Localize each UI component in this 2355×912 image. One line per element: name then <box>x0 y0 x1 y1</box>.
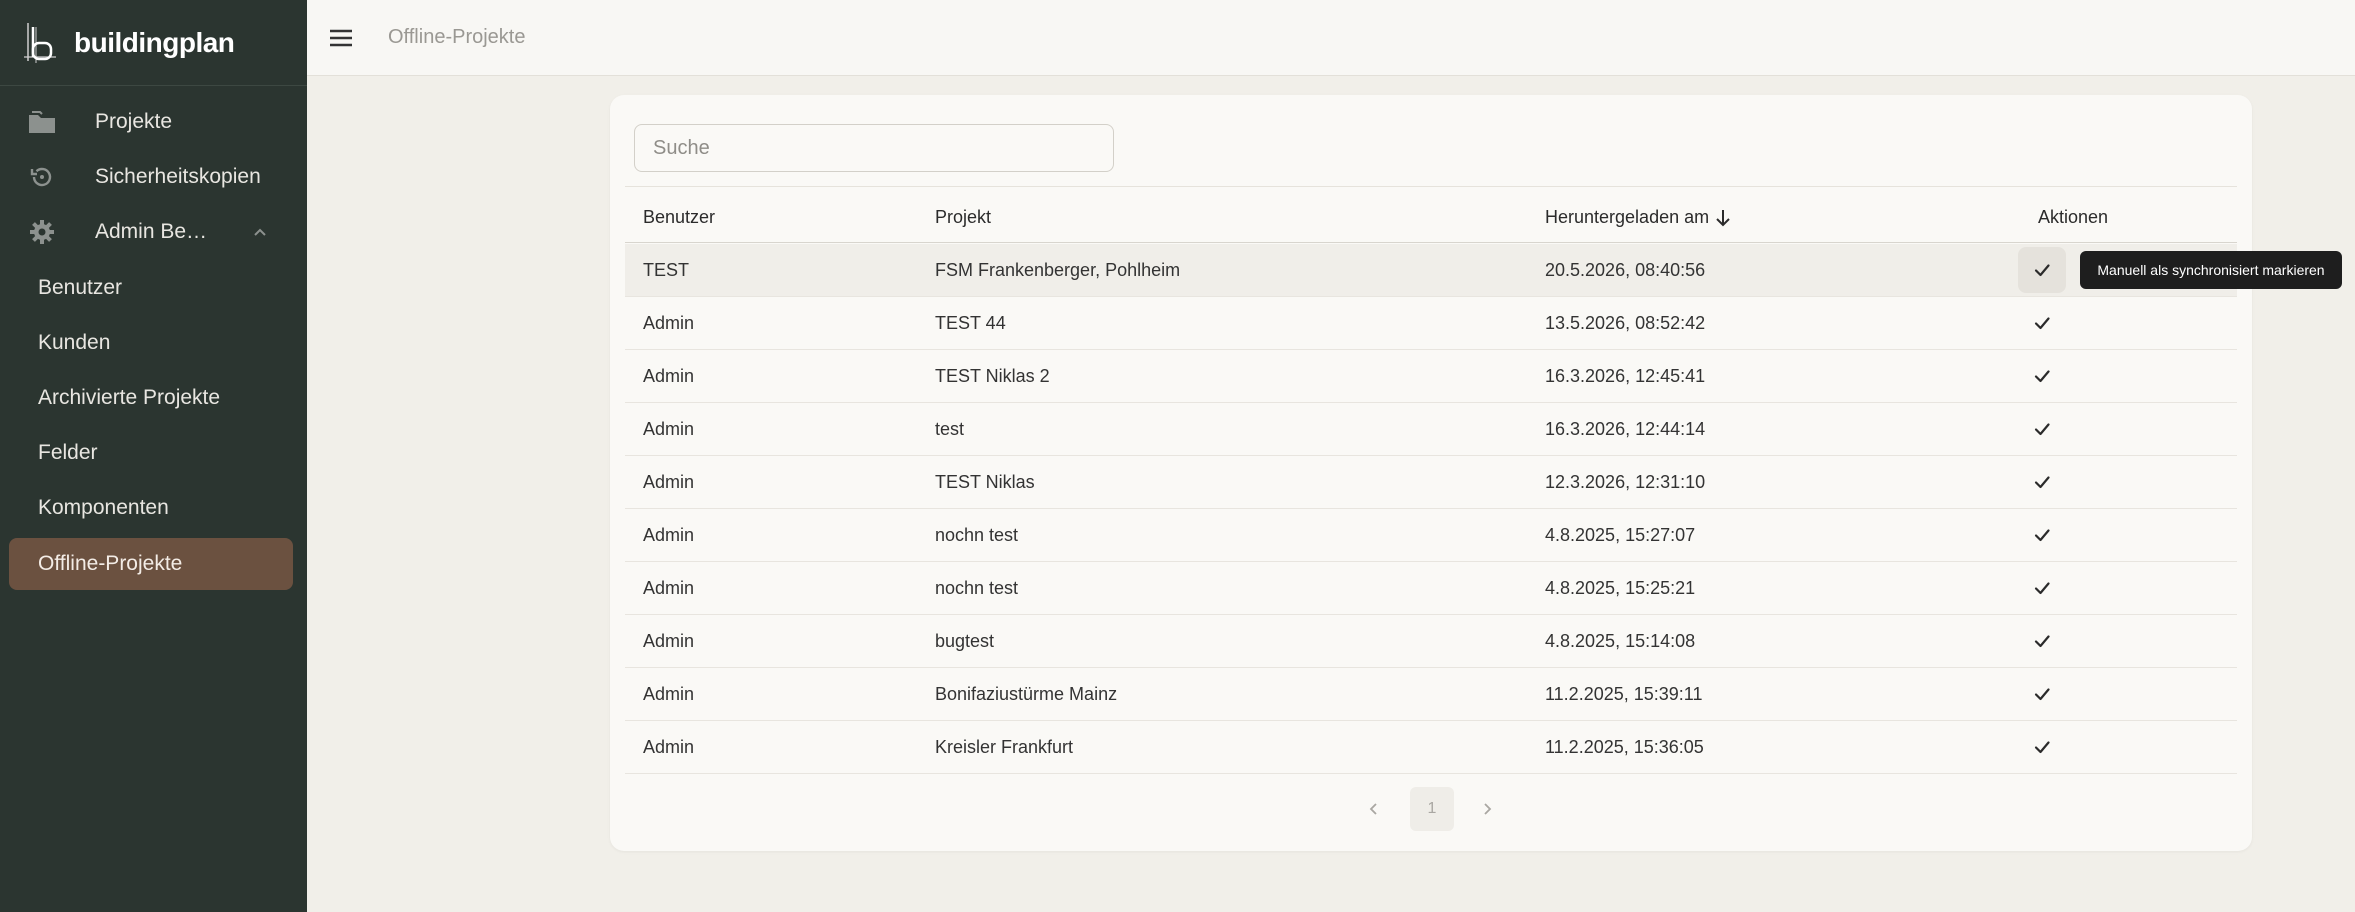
check-icon <box>2034 635 2050 648</box>
sidebar: buildingplan Projekte Sicherheitskopien … <box>0 0 307 912</box>
check-icon <box>2034 529 2050 542</box>
column-header-benutzer[interactable]: Benutzer <box>643 207 715 228</box>
cell-user: Admin <box>643 472 695 492</box>
sidebar-item-label: Projekte <box>95 110 173 133</box>
table-row[interactable]: Admin TEST 44 13.5.2026, 08:52:42 <box>625 297 2237 350</box>
offline-projects-card: Benutzer Projekt Heruntergeladen am Akti… <box>610 95 2252 851</box>
cell-project: bugtest <box>935 631 995 651</box>
table-row[interactable]: Admin Bonifaziustürme Mainz 11.2.2025, 15:… <box>625 668 2237 721</box>
cell-user: Admin <box>643 419 695 439</box>
mark-synced-button[interactable] <box>2018 512 2066 558</box>
mark-synced-button[interactable] <box>2018 406 2066 452</box>
cell-downloaded: 4.8.2025, 15:14:08 <box>1545 631 1696 651</box>
sidebar-item-sicherheitskopien[interactable]: Sicherheitskopien <box>0 151 307 203</box>
cell-project: Bonifaziustürme Mainz <box>935 684 1118 704</box>
sort-descending-icon <box>1716 210 1730 227</box>
mark-synced-button[interactable] <box>2018 300 2066 346</box>
sidebar-item-label: Sicherheitskopien <box>95 165 261 188</box>
table-row[interactable]: Admin TEST Niklas 12.3.2026, 12:31:10 <box>625 456 2237 509</box>
cell-user: Admin <box>643 313 695 333</box>
sidebar-item-offline-projekte[interactable]: Offline-Projekte <box>9 538 293 590</box>
mark-synced-button[interactable] <box>2018 565 2066 611</box>
sidebar-item-label: Admin Be… <box>95 220 208 243</box>
mark-synced-button[interactable] <box>2018 353 2066 399</box>
column-header-label: Heruntergeladen am <box>1545 207 1710 227</box>
sidebar-item-admin[interactable]: Admin Be… <box>0 206 307 258</box>
chevron-left-icon[interactable] <box>1362 797 1386 821</box>
sidebar-item-komponenten[interactable]: Komponenten <box>0 482 307 534</box>
table-row[interactable]: Admin TEST Niklas 2 16.3.2026, 12:45:41 <box>625 350 2237 403</box>
breadcrumb: Offline-Projekte <box>388 26 526 48</box>
check-icon <box>2034 582 2050 595</box>
folder-icon <box>27 107 57 137</box>
column-header-aktionen: Aktionen <box>2038 207 2109 227</box>
cell-project: nochn test <box>935 578 1019 598</box>
pagination: 1 <box>610 787 2252 831</box>
mark-synced-button[interactable] <box>2018 459 2066 505</box>
sidebar-item-felder[interactable]: Felder <box>0 427 307 479</box>
tooltip: Manuell als synchronisiert markieren <box>2080 251 2342 289</box>
table-row[interactable]: Admin bugtest 4.8.2025, 15:14:08 <box>625 615 2237 668</box>
cell-downloaded: 13.5.2026, 08:52:42 <box>1545 313 1706 333</box>
cell-project: nochn test <box>935 525 1019 545</box>
building-plan-logo-icon <box>24 22 56 63</box>
hamburger-icon[interactable] <box>327 24 355 52</box>
sidebar-item-projekte[interactable]: Projekte <box>0 96 307 148</box>
cell-user: Admin <box>643 684 695 704</box>
brand-name: buildingplan <box>74 26 235 58</box>
brand[interactable]: buildingplan <box>0 0 307 86</box>
cell-user: Admin <box>643 737 695 757</box>
column-header-projekt[interactable]: Projekt <box>935 207 991 228</box>
search-input[interactable] <box>634 124 1114 172</box>
cell-project: test <box>935 419 965 439</box>
divider <box>625 186 2237 187</box>
cell-user: Admin <box>643 578 695 598</box>
check-icon <box>2034 317 2050 330</box>
check-icon <box>2034 688 2050 701</box>
cell-downloaded: 20.5.2026, 08:40:56 <box>1545 260 1706 280</box>
cell-user: Admin <box>643 366 695 386</box>
cell-project: FSM Frankenberger, Pohlheim <box>935 260 1181 280</box>
cell-downloaded: 12.3.2026, 12:31:10 <box>1545 472 1706 492</box>
mark-synced-button[interactable] <box>2018 724 2066 770</box>
table-header: Benutzer Projekt Heruntergeladen am Akti… <box>625 191 2237 243</box>
cell-downloaded: 16.3.2026, 12:44:14 <box>1545 419 1706 439</box>
cell-downloaded: 4.8.2025, 15:25:21 <box>1545 578 1696 598</box>
check-icon <box>2034 476 2050 489</box>
chevron-right-icon[interactable] <box>1475 797 1499 821</box>
check-icon <box>2034 264 2050 277</box>
gear-icon <box>27 217 57 247</box>
mark-synced-button[interactable] <box>2018 671 2066 717</box>
sidebar-item-archivierte-projekte[interactable]: Archivierte Projekte <box>0 372 307 424</box>
cell-downloaded: 4.8.2025, 15:27:07 <box>1545 525 1696 545</box>
cell-project: TEST Niklas <box>935 472 1035 492</box>
table-row[interactable]: Admin nochn test 4.8.2025, 15:27:07 <box>625 509 2237 562</box>
mark-synced-button[interactable] <box>2018 247 2066 293</box>
cell-project: TEST Niklas 2 <box>935 366 1050 386</box>
cell-user: Admin <box>643 525 695 545</box>
column-header-heruntergeladen[interactable]: Heruntergeladen am <box>1545 207 1732 228</box>
cell-downloaded: 11.2.2025, 15:39:11 <box>1545 684 1703 704</box>
cell-user: TEST <box>643 260 690 280</box>
sidebar-item-benutzer[interactable]: Benutzer <box>0 262 307 314</box>
table-row[interactable]: TEST FSM Frankenberger, Pohlheim 20.5.2026… <box>625 244 2237 297</box>
check-icon <box>2034 423 2050 436</box>
mark-synced-button[interactable] <box>2018 618 2066 664</box>
check-icon <box>2034 370 2050 383</box>
chevron-up-icon[interactable] <box>250 222 270 242</box>
sidebar-item-kunden[interactable]: Kunden <box>0 317 307 369</box>
table-row[interactable]: Admin Kreisler Frankfurt 11.2.2025, 15:36:… <box>625 721 2237 774</box>
cell-user: Admin <box>643 631 695 651</box>
cell-downloaded: 11.2.2025, 15:36:05 <box>1545 737 1704 757</box>
topbar: Offline-Projekte <box>307 0 2355 76</box>
table-row[interactable]: Admin nochn test 4.8.2025, 15:25:21 <box>625 562 2237 615</box>
cell-project: TEST 44 <box>935 313 1006 333</box>
check-icon <box>2034 741 2050 754</box>
table-row[interactable]: Admin test 16.3.2026, 12:44:14 <box>625 403 2237 456</box>
cell-project: Kreisler Frankfurt <box>935 737 1074 757</box>
page-number[interactable]: 1 <box>1410 787 1454 831</box>
cell-downloaded: 16.3.2026, 12:45:41 <box>1545 366 1706 386</box>
history-icon <box>27 162 57 192</box>
